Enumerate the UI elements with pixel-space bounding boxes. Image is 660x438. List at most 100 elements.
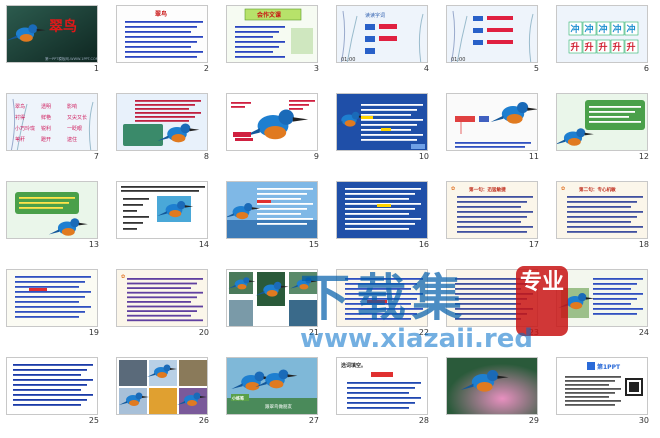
slide-preview[interactable] [336, 181, 428, 239]
slide-thumbnail-4[interactable]: 读读字词 01:00 4 [333, 2, 443, 75]
slide-graphic: 会作文课 [227, 6, 317, 62]
svg-text:第二句：专心机敏: 第二句：专心机敏 [579, 186, 616, 193]
slide-graphic: 01:00 [447, 6, 537, 62]
svg-text:翠鸟: 翠鸟 [155, 10, 167, 18]
slide-number: 17 [528, 240, 539, 249]
slide-thumbnail-17[interactable]: 第一句：迅猛敏捷 ✿ 17 [443, 178, 553, 251]
slide-preview[interactable] [6, 181, 98, 239]
slide-preview[interactable] [226, 93, 318, 151]
slide-graphic [337, 94, 427, 150]
slide-thumbnail-23[interactable]: 23 [443, 266, 553, 339]
slide-preview[interactable]: 01:00 [446, 5, 538, 63]
slide-thumbnail-28[interactable]: 选词填空。 28 [333, 354, 443, 427]
slide-preview[interactable]: 翠鸟 第一PPT模板网-WWW.1PPT.COM [6, 5, 98, 63]
slide-graphic [557, 94, 647, 150]
slide-preview[interactable]: 选词填空。 [336, 357, 428, 415]
svg-text:冲: 冲 [627, 23, 636, 35]
slide-number: 10 [418, 152, 429, 161]
slide-preview[interactable]: 会作文课 [226, 5, 318, 63]
slide-graphic [447, 358, 537, 414]
slide-thumbnail-25[interactable]: 25 [3, 354, 113, 427]
slide-preview[interactable] [336, 93, 428, 151]
slide-thumbnail-5[interactable]: 01:00 5 [443, 2, 553, 75]
slide-thumbnail-24[interactable]: 24 [553, 266, 660, 339]
slide-graphic [337, 182, 427, 238]
svg-text:✿: ✿ [451, 186, 455, 192]
svg-text:翠鸟: 翠鸟 [49, 18, 77, 35]
slide-thumbnail-8[interactable]: 8 [113, 90, 223, 163]
slide-preview[interactable] [556, 93, 648, 151]
slide-number: 21 [308, 328, 319, 337]
svg-text:会作文课: 会作文课 [257, 11, 282, 19]
slide-number: 27 [308, 416, 319, 425]
slide-number: 14 [198, 240, 209, 249]
svg-text:鲜艳: 鲜艳 [41, 114, 51, 121]
svg-text:衬得: 衬得 [15, 114, 25, 121]
slide-thumbnail-13[interactable]: 13 [3, 178, 113, 251]
slide-thumbnail-11[interactable]: 11 [443, 90, 553, 163]
slide-thumbnail-10[interactable]: 10 [333, 90, 443, 163]
slide-graphic [7, 270, 97, 326]
svg-text:第一句：迅猛敏捷: 第一句：迅猛敏捷 [469, 186, 506, 193]
slide-thumbnail-7[interactable]: 翠鸟 透明 影响 衬得 鲜艳 又尖又长 小巧玲珑 锐利 一眨眼 苇秆 蹬开 逮住 7 [3, 90, 113, 163]
slide-graphic: 翠鸟第一PPT模板网-WWW.1PPT.COM [7, 6, 97, 62]
slide-thumbnail-29[interactable]: 29 [443, 354, 553, 427]
svg-text:01:00: 01:00 [341, 57, 355, 63]
slide-preview[interactable]: 第1PPT [556, 357, 648, 415]
slide-number: 19 [88, 328, 99, 337]
slide-thumbnail-12[interactable]: 12 [553, 90, 660, 163]
slide-number: 3 [313, 64, 319, 73]
slide-preview[interactable]: 读读字词 01:00 [336, 5, 428, 63]
slide-thumbnail-21[interactable]: 21 [223, 266, 333, 339]
slide-thumbnail-18[interactable]: 第二句：专心机敏 ✿ 18 [553, 178, 660, 251]
slide-preview[interactable]: 冲冲冲冲冲升升升升升 [556, 5, 648, 63]
svg-text:跟翠鸟做朋友: 跟翠鸟做朋友 [265, 403, 292, 410]
svg-text:升: 升 [627, 41, 636, 53]
slide-preview[interactable] [446, 269, 538, 327]
slide-preview[interactable]: 小练笔 跟翠鸟做朋友 [226, 357, 318, 415]
slide-graphic [7, 358, 97, 414]
slide-thumbnail-2[interactable]: 翠鸟 2 [113, 2, 223, 75]
slide-thumbnail-22[interactable]: 22 [333, 266, 443, 339]
slide-thumbnail-16[interactable]: 16 [333, 178, 443, 251]
slide-graphic: 第一句：迅猛敏捷 ✿ [447, 182, 537, 238]
slide-number: 1 [93, 64, 99, 73]
slide-preview[interactable] [556, 269, 648, 327]
slide-preview[interactable] [116, 181, 208, 239]
slide-thumbnail-3[interactable]: 会作文课 3 [223, 2, 333, 75]
slide-graphic [227, 270, 317, 326]
slide-preview[interactable] [336, 269, 428, 327]
slide-number: 29 [528, 416, 539, 425]
slide-preview[interactable] [446, 93, 538, 151]
svg-text:蹬开: 蹬开 [41, 136, 51, 143]
slide-preview[interactable]: 翠鸟 透明 影响 衬得 鲜艳 又尖又长 小巧玲珑 锐利 一眨眼 苇秆 蹬开 逮住 [6, 93, 98, 151]
slide-preview[interactable]: 第一句：迅猛敏捷 ✿ [446, 181, 538, 239]
slide-thumbnail-1[interactable]: 翠鸟 第一PPT模板网-WWW.1PPT.COM 1 [3, 2, 113, 75]
slide-thumbnail-6[interactable]: 冲冲冲冲冲升升升升升6 [553, 2, 660, 75]
slide-thumbnail-27[interactable]: 小练笔 跟翠鸟做朋友 27 [223, 354, 333, 427]
slide-preview[interactable]: 第二句：专心机敏 ✿ [556, 181, 648, 239]
slide-thumbnail-19[interactable]: 19 [3, 266, 113, 339]
slide-thumbnail-20[interactable]: ✿ 20 [113, 266, 223, 339]
slide-preview[interactable]: ✿ [116, 269, 208, 327]
slide-preview[interactable] [116, 93, 208, 151]
slide-preview[interactable] [116, 357, 208, 415]
svg-text:第1PPT: 第1PPT [596, 363, 621, 371]
slide-thumbnail-26[interactable]: 26 [113, 354, 223, 427]
slide-thumbnail-30[interactable]: 第1PPT 30 [553, 354, 660, 427]
slide-number: 26 [198, 416, 209, 425]
slide-preview[interactable]: 翠鸟 [116, 5, 208, 63]
slide-number: 9 [313, 152, 319, 161]
slide-preview[interactable] [446, 357, 538, 415]
svg-text:读读字词: 读读字词 [365, 12, 385, 19]
slide-preview[interactable] [226, 269, 318, 327]
slide-preview[interactable] [6, 357, 98, 415]
slide-preview[interactable] [6, 269, 98, 327]
slide-preview[interactable] [226, 181, 318, 239]
slide-number: 18 [638, 240, 649, 249]
slide-thumbnail-14[interactable]: 14 [113, 178, 223, 251]
slide-number: 13 [88, 240, 99, 249]
slide-thumbnail-15[interactable]: 15 [223, 178, 333, 251]
svg-text:✿: ✿ [121, 274, 125, 280]
slide-thumbnail-9[interactable]: 9 [223, 90, 333, 163]
